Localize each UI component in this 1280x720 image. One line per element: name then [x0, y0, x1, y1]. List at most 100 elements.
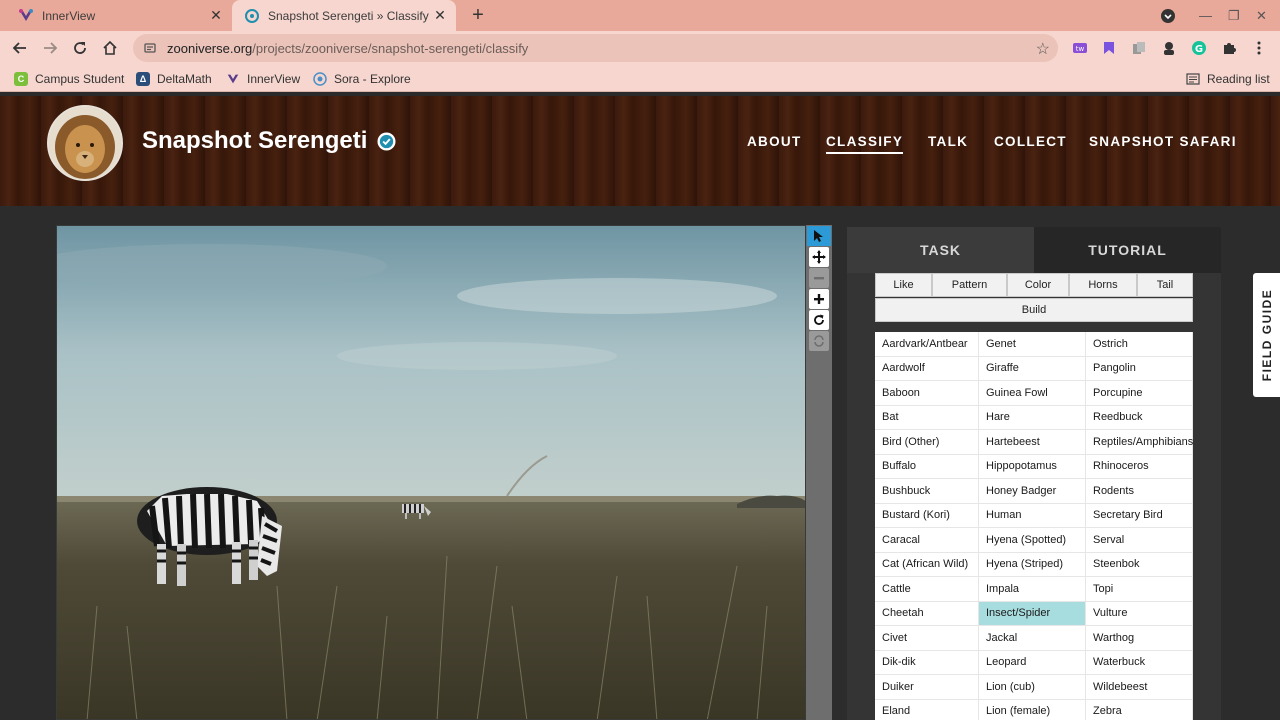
zoom-out-icon[interactable] [809, 268, 829, 288]
species-option[interactable]: Vulture [1086, 601, 1193, 626]
species-option[interactable]: Warthog [1086, 626, 1193, 651]
tab-tutorial[interactable]: TUTORIAL [1034, 227, 1221, 273]
species-option[interactable]: Bustard (Kori) [875, 503, 979, 528]
filter-like-button[interactable]: Like [875, 273, 932, 297]
species-option[interactable]: Bird (Other) [875, 430, 979, 455]
extension-grammarly-icon[interactable]: G [1190, 39, 1208, 57]
browser-menu-icon[interactable] [1250, 39, 1268, 57]
close-window-icon[interactable]: ✕ [1256, 0, 1267, 31]
species-option[interactable]: Secretary Bird [1086, 503, 1193, 528]
filter-horns-button[interactable]: Horns [1069, 273, 1137, 297]
bookmark-campus-student[interactable]: C Campus Student [14, 70, 124, 88]
subject-image[interactable] [56, 225, 806, 720]
species-option[interactable]: Duiker [875, 675, 979, 700]
species-option[interactable]: Hippopotamus [979, 454, 1086, 479]
close-tab-icon[interactable]: ✕ [430, 6, 450, 26]
extension-twitch-icon[interactable]: tw [1071, 39, 1089, 57]
species-option[interactable]: Cheetah [875, 601, 979, 626]
browser-tab-serengeti[interactable]: Snapshot Serengeti » Classify — Zooniver… [232, 0, 456, 31]
species-option[interactable]: Genet [979, 332, 1086, 357]
species-option[interactable]: Hyena (Striped) [979, 552, 1086, 577]
species-option[interactable]: Bat [875, 405, 979, 430]
extension-agent-icon[interactable] [1160, 39, 1178, 57]
new-tab-button[interactable]: + [467, 5, 489, 27]
species-option[interactable]: Hartebeest [979, 430, 1086, 455]
select-pointer-icon[interactable] [807, 226, 831, 246]
species-option[interactable]: Rodents [1086, 479, 1193, 504]
species-option[interactable]: Serval [1086, 528, 1193, 553]
nav-snapshot-safari[interactable]: SNAPSHOT SAFARI [1089, 134, 1237, 149]
species-option[interactable]: Guinea Fowl [979, 381, 1086, 406]
extension-copy-icon[interactable] [1130, 39, 1148, 57]
species-option[interactable]: Leopard [979, 650, 1086, 675]
bookmark-deltamath[interactable]: Δ DeltaMath [136, 70, 212, 88]
forward-icon[interactable] [38, 37, 62, 59]
bookmark-label: Campus Student [35, 72, 125, 86]
species-option[interactable]: Wildebeest [1086, 675, 1193, 700]
species-option[interactable]: Impala [979, 577, 1086, 602]
species-option[interactable]: Baboon [875, 381, 979, 406]
species-option[interactable]: Porcupine [1086, 381, 1193, 406]
reset-view-icon[interactable] [809, 331, 829, 351]
nav-talk[interactable]: TALK [928, 134, 968, 149]
field-guide-tab[interactable]: FIELD GUIDE [1253, 273, 1280, 397]
species-option[interactable]: Giraffe [979, 356, 1086, 381]
species-option[interactable]: Honey Badger [979, 479, 1086, 504]
species-option[interactable]: Hare [979, 405, 1086, 430]
species-option[interactable]: Zebra [1086, 699, 1193, 720]
species-option[interactable]: Lion (cub) [979, 675, 1086, 700]
site-info-icon[interactable] [143, 41, 157, 55]
species-option[interactable]: Hyena (Spotted) [979, 528, 1086, 553]
species-option[interactable]: Dik-dik [875, 650, 979, 675]
species-option[interactable]: Eland [875, 699, 979, 720]
species-option[interactable]: Cat (African Wild) [875, 552, 979, 577]
filter-build-button[interactable]: Build [875, 298, 1193, 322]
species-option[interactable]: Aardvark/Antbear [875, 332, 979, 357]
minimize-icon[interactable]: — [1199, 0, 1212, 31]
species-option[interactable]: Civet [875, 626, 979, 651]
filter-pattern-button[interactable]: Pattern [932, 273, 1007, 297]
species-option[interactable]: Human [979, 503, 1086, 528]
nav-about[interactable]: ABOUT [747, 134, 802, 149]
species-option[interactable]: Waterbuck [1086, 650, 1193, 675]
back-icon[interactable] [8, 37, 32, 59]
species-option[interactable]: Buffalo [875, 454, 979, 479]
species-option[interactable]: Caracal [875, 528, 979, 553]
species-option[interactable]: Jackal [979, 626, 1086, 651]
browser-tab-innerview[interactable]: InnerView ✕ [0, 0, 232, 31]
filter-color-button[interactable]: Color [1007, 273, 1069, 297]
extension-bookmark-icon[interactable] [1100, 39, 1118, 57]
bookmark-sora[interactable]: Sora - Explore [313, 70, 411, 88]
species-option[interactable]: Rhinoceros [1086, 454, 1193, 479]
species-option[interactable]: Steenbok [1086, 552, 1193, 577]
project-title[interactable]: Snapshot Serengeti [142, 127, 367, 155]
tab-search-icon[interactable] [1160, 0, 1176, 31]
species-option[interactable]: Lion (female) [979, 699, 1086, 720]
nav-classify[interactable]: CLASSIFY [826, 134, 904, 154]
nav-collect[interactable]: COLLECT [994, 134, 1067, 149]
bookmark-innerview[interactable]: InnerView [226, 70, 300, 88]
species-option[interactable]: Cattle [875, 577, 979, 602]
zoom-in-icon[interactable] [809, 289, 829, 309]
species-option[interactable]: Bushbuck [875, 479, 979, 504]
rotate-icon[interactable] [809, 310, 829, 330]
bookmark-star-icon[interactable]: ☆ [1036, 39, 1050, 59]
reload-icon[interactable] [68, 37, 92, 59]
project-avatar[interactable] [47, 105, 123, 181]
species-option[interactable]: Insect/Spider [979, 601, 1086, 626]
home-icon[interactable] [98, 37, 122, 59]
extensions-puzzle-icon[interactable] [1220, 39, 1238, 57]
reading-list-button[interactable]: Reading list [1186, 70, 1270, 88]
restore-icon[interactable]: ❐ [1228, 0, 1240, 31]
tab-task[interactable]: TASK [847, 227, 1034, 273]
species-option[interactable]: Aardwolf [875, 356, 979, 381]
species-option[interactable]: Reedbuck [1086, 405, 1193, 430]
filter-tail-button[interactable]: Tail [1137, 273, 1193, 297]
address-bar[interactable]: zooniverse.org/projects/zooniverse/snaps… [133, 34, 1058, 62]
species-option[interactable]: Ostrich [1086, 332, 1193, 357]
species-option[interactable]: Reptiles/Amphibians [1086, 430, 1193, 455]
species-option[interactable]: Topi [1086, 577, 1193, 602]
pan-move-icon[interactable] [809, 247, 829, 267]
species-option[interactable]: Pangolin [1086, 356, 1193, 381]
close-tab-icon[interactable]: ✕ [206, 6, 226, 26]
